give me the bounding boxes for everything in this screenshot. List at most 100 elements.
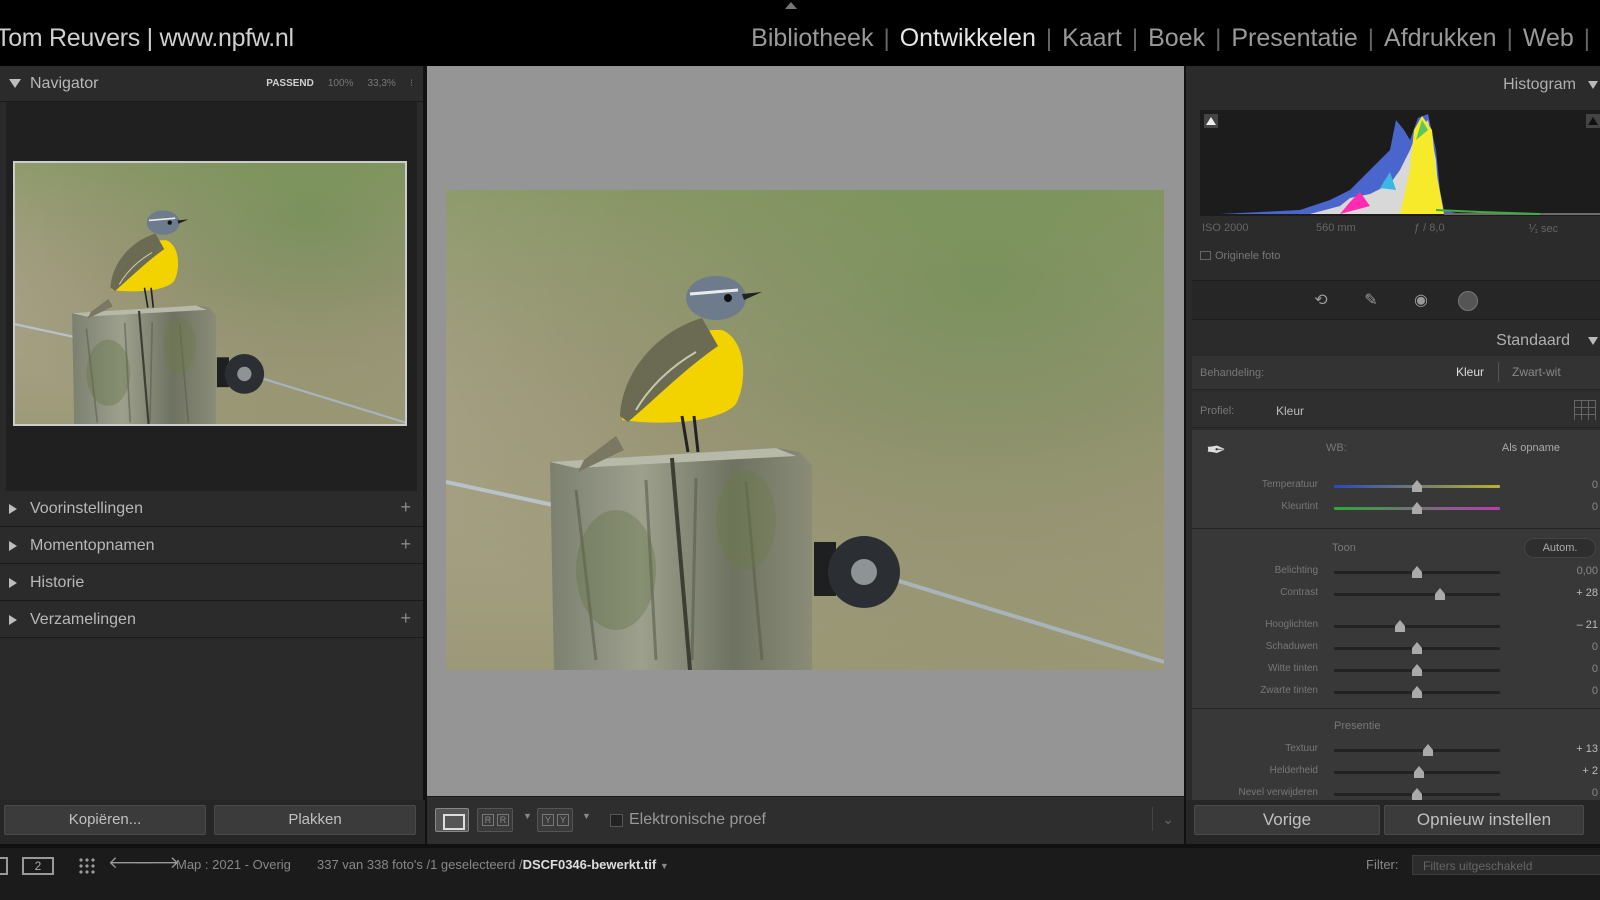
module-web[interactable]: Web	[1513, 24, 1584, 53]
soft-proof-checkbox[interactable]	[610, 814, 623, 827]
add-snapshot-icon[interactable]: +	[400, 534, 411, 555]
clarity-track[interactable]	[1334, 766, 1500, 778]
add-collection-icon[interactable]: +	[400, 608, 411, 629]
temperature-thumb[interactable]	[1412, 480, 1422, 492]
basic-panel-header[interactable]: Standaard	[1192, 322, 1600, 356]
contrast-slider[interactable]: Contrast + 28	[1192, 584, 1600, 604]
whites-value[interactable]: 0	[1538, 663, 1598, 675]
main-monitor-icon[interactable]	[0, 857, 8, 875]
dehaze-value[interactable]: 0	[1538, 787, 1598, 799]
wb-eyedropper-icon[interactable]: ✒	[1206, 436, 1236, 470]
secondary-monitor-icon[interactable]: 2	[22, 857, 54, 875]
clarity-slider[interactable]: Helderheid + 2	[1192, 762, 1600, 782]
presets-header[interactable]: Voorinstellingen +	[0, 491, 423, 527]
original-photo-checkbox[interactable]	[1200, 251, 1211, 260]
module-develop[interactable]: Ontwikkelen	[890, 24, 1046, 53]
clarity-thumb[interactable]	[1413, 766, 1424, 778]
collapse-triangle-icon[interactable]	[1588, 81, 1598, 89]
shadows-thumb[interactable]	[1412, 642, 1422, 654]
zoom-fit[interactable]: PASSEND	[266, 78, 314, 89]
exposure-thumb[interactable]	[1412, 566, 1422, 578]
shadow-clipping-icon[interactable]	[1204, 114, 1218, 128]
previous-settings-button[interactable]: Vorige	[1194, 805, 1380, 835]
file-name[interactable]: DSCF0346-bewerkt.tif	[523, 857, 657, 872]
module-print[interactable]: Afdrukken	[1374, 24, 1507, 53]
module-slideshow[interactable]: Presentatie	[1221, 24, 1367, 53]
navigator-thumbnail[interactable]	[13, 161, 407, 426]
texture-thumb[interactable]	[1422, 744, 1433, 756]
reset-button[interactable]: Opnieuw instellen	[1384, 805, 1584, 835]
expand-triangle-icon[interactable]	[9, 615, 17, 625]
contrast-thumb[interactable]	[1435, 588, 1446, 600]
tint-slider[interactable]: Kleurtint 0	[1192, 498, 1600, 518]
before-after-dropdown-icon[interactable]: ▼	[523, 811, 532, 821]
whites-track[interactable]	[1334, 664, 1500, 676]
red-eye-icon[interactable]: ◉	[1410, 290, 1432, 312]
profile-dropdown[interactable]: Kleur	[1276, 404, 1304, 418]
highlights-value[interactable]: – 21	[1538, 619, 1598, 631]
profile-browser-icon[interactable]	[1574, 400, 1596, 420]
blacks-track[interactable]	[1334, 686, 1500, 698]
split-dropdown-icon[interactable]: ▼	[582, 811, 591, 821]
texture-slider[interactable]: Textuur + 13	[1192, 740, 1600, 760]
highlights-slider[interactable]: Hooglichten – 21	[1192, 616, 1600, 636]
collapse-triangle-icon[interactable]	[1588, 337, 1598, 345]
contrast-value[interactable]: + 28	[1538, 587, 1598, 599]
expand-triangle-icon[interactable]	[9, 578, 17, 588]
file-dropdown-icon[interactable]: ▼	[660, 861, 669, 871]
expand-triangle-icon[interactable]	[9, 541, 17, 551]
shadows-track[interactable]	[1334, 642, 1500, 654]
module-library[interactable]: Bibliotheek	[741, 24, 883, 53]
tint-thumb[interactable]	[1412, 502, 1422, 514]
main-photo[interactable]	[446, 190, 1164, 670]
loupe-view-icon[interactable]	[435, 808, 469, 832]
masking-tool-icon[interactable]	[1456, 290, 1478, 312]
clarity-value[interactable]: + 2	[1538, 765, 1598, 777]
expand-triangle-icon[interactable]	[9, 504, 17, 514]
exposure-track[interactable]	[1334, 566, 1500, 578]
highlight-clipping-icon[interactable]	[1586, 114, 1600, 128]
add-preset-icon[interactable]: +	[400, 497, 411, 518]
exposure-slider[interactable]: Belichting 0,00	[1192, 562, 1600, 582]
module-map[interactable]: Kaart	[1052, 24, 1132, 53]
blacks-thumb[interactable]	[1412, 686, 1422, 698]
filter-dropdown[interactable]: Filters uitgeschakeld	[1412, 855, 1600, 875]
shadows-value[interactable]: 0	[1538, 641, 1598, 653]
blacks-slider[interactable]: Zwarte tinten 0	[1192, 682, 1600, 702]
module-book[interactable]: Boek	[1138, 24, 1215, 53]
tint-track[interactable]	[1334, 502, 1500, 514]
wb-dropdown[interactable]: Als opname	[1502, 442, 1560, 454]
copy-settings-button[interactable]: Kopiëren...	[4, 805, 206, 835]
original-photo-toggle[interactable]: Originele foto	[1200, 250, 1280, 262]
whites-slider[interactable]: Witte tinten 0	[1192, 660, 1600, 680]
exposure-value[interactable]: 0,00	[1538, 565, 1598, 577]
histogram-graph[interactable]	[1200, 110, 1600, 216]
contrast-track[interactable]	[1334, 588, 1500, 600]
treatment-color-option[interactable]: Kleur	[1456, 365, 1484, 379]
collapse-triangle-icon[interactable]	[9, 79, 21, 88]
grid-view-icon[interactable]	[78, 857, 96, 875]
forward-arrow-icon[interactable]: 🡒	[134, 853, 180, 873]
panel-toggle-top-icon[interactable]	[785, 2, 797, 9]
before-after-view-icon[interactable]: RR	[477, 808, 513, 832]
dehaze-slider[interactable]: Nevel verwijderen 0	[1192, 784, 1600, 800]
temperature-slider[interactable]: Temperatuur 0	[1192, 476, 1600, 496]
highlights-thumb[interactable]	[1394, 620, 1405, 632]
source-folder[interactable]: Map : 2021 - Overig	[176, 857, 291, 872]
paste-settings-button[interactable]: Plakken	[214, 805, 416, 835]
navigator-header[interactable]: Navigator PASSEND 100% 33,3% ⁝	[0, 66, 423, 102]
highlights-track[interactable]	[1334, 620, 1500, 632]
texture-track[interactable]	[1334, 744, 1500, 756]
zoom-33[interactable]: 33,3%	[367, 78, 395, 89]
snapshots-header[interactable]: Momentopnamen +	[0, 528, 423, 564]
histogram-header[interactable]: Histogram	[1186, 66, 1600, 102]
auto-tone-button[interactable]: Autom.	[1524, 538, 1596, 558]
dehaze-thumb[interactable]	[1412, 788, 1422, 800]
temperature-value[interactable]: 0	[1538, 479, 1598, 491]
toolbar-menu-chevron-icon[interactable]: ⌄	[1152, 807, 1174, 831]
temperature-track[interactable]	[1334, 480, 1500, 492]
healing-brush-icon[interactable]: ✎	[1360, 290, 1382, 312]
zoom-100[interactable]: 100%	[328, 78, 354, 89]
history-header[interactable]: Historie	[0, 565, 423, 601]
tint-value[interactable]: 0	[1538, 501, 1598, 513]
